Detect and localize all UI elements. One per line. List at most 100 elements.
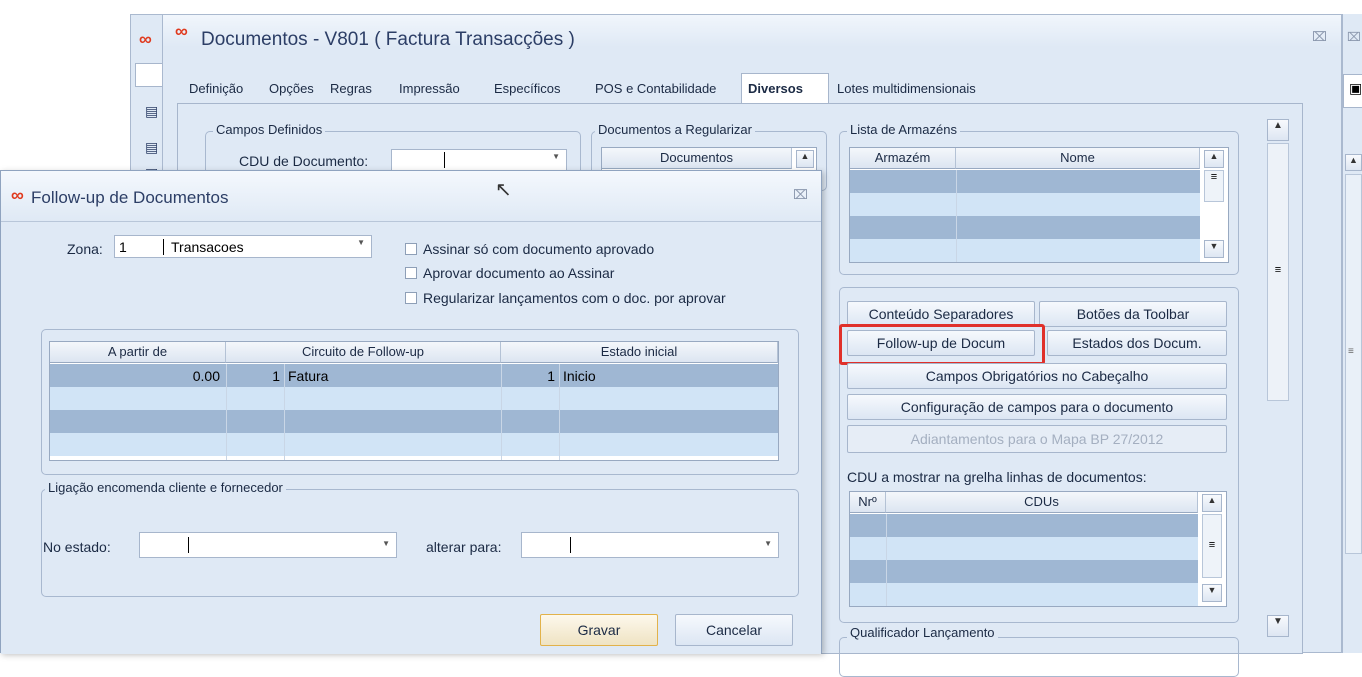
assinar-checkbox[interactable]: [405, 243, 417, 255]
adiantamentos-button[interactable]: Adiantamentos para o Mapa BP 27/2012: [847, 425, 1227, 453]
alterar-para-combo[interactable]: ▼: [521, 532, 779, 558]
regularizar-checkbox[interactable]: [405, 292, 417, 304]
estado-name-cell[interactable]: Inicio: [563, 368, 596, 384]
assinar-label[interactable]: Assinar só com documento aprovado: [423, 241, 654, 257]
chevron-down-icon[interactable]: ▼: [382, 539, 390, 548]
campos-obrigatorios-button[interactable]: Campos Obrigatórios no Cabeçalho: [847, 363, 1227, 389]
table-row[interactable]: [850, 216, 1200, 239]
zona-label: Zona:: [67, 241, 103, 257]
table-row[interactable]: [50, 387, 778, 410]
aprovar-checkbox[interactable]: [405, 267, 417, 279]
no-estado-label: No estado:: [43, 539, 111, 555]
nome-column-header[interactable]: Nome: [956, 148, 1200, 169]
grid-icon[interactable]: ▤: [145, 103, 158, 120]
scroll-up-button[interactable]: ▲: [796, 150, 814, 168]
scroll-down-button[interactable]: ▼: [1267, 615, 1289, 637]
regularizar-label[interactable]: Regularizar lançamentos com o doc. por a…: [423, 290, 726, 306]
armazem-column-header[interactable]: Armazém: [850, 148, 956, 169]
documentos-regularizar-title: Documentos a Regularizar: [595, 122, 755, 137]
cancelar-button[interactable]: Cancelar: [675, 614, 793, 646]
a-partir-column-header[interactable]: A partir de: [50, 342, 226, 363]
estado-num-cell[interactable]: 1: [505, 368, 555, 384]
table-row[interactable]: [50, 410, 778, 433]
scroll-thumb[interactable]: ≡: [1204, 170, 1224, 202]
scroll-up-button[interactable]: ▲: [1204, 150, 1224, 168]
table-row[interactable]: [50, 433, 778, 456]
estado-inicial-column-header[interactable]: Estado inicial: [501, 342, 778, 363]
tab-diversos-active[interactable]: Diversos: [741, 73, 829, 103]
tab-lotes[interactable]: Lotes multidimensionais: [837, 81, 976, 96]
column-divider: [559, 364, 560, 460]
close-icon[interactable]: ⌧: [1347, 30, 1361, 44]
column-divider: [956, 170, 957, 262]
text-cursor: [444, 152, 445, 168]
scroll-down-button[interactable]: ▼: [1202, 584, 1222, 602]
table-row[interactable]: [850, 560, 1198, 583]
text-cursor: [188, 537, 189, 553]
circuito-column-header[interactable]: Circuito de Follow-up: [226, 342, 501, 363]
aprovar-label[interactable]: Aprovar documento ao Assinar: [423, 265, 614, 281]
a-partir-cell[interactable]: 0.00: [110, 368, 220, 384]
highlight-box: [839, 324, 1045, 365]
tab-pos-contabilidade[interactable]: POS e Contabilidade: [595, 81, 716, 96]
tab-definicao[interactable]: Definição: [189, 81, 243, 96]
text-cursor: [570, 537, 571, 553]
zona-combo[interactable]: 1 Transacoes ▼: [114, 235, 372, 258]
scroll-thumb[interactable]: [1345, 174, 1362, 554]
scroll-down-button[interactable]: ▼: [1204, 240, 1224, 258]
column-divider: [886, 514, 887, 606]
tab-impressao[interactable]: Impressão: [399, 81, 460, 96]
circuito-num-cell[interactable]: 1: [230, 368, 280, 384]
tab-especificos[interactable]: Específicos: [494, 81, 560, 96]
lista-armazens-title: Lista de Armazéns: [847, 122, 960, 137]
cdu-documento-label: CDU de Documento:: [239, 153, 369, 169]
follow-up-grid[interactable]: A partir de Circuito de Follow-up Estado…: [49, 341, 779, 461]
scroll-up-button[interactable]: ▲: [1202, 494, 1222, 512]
dialog-title: Follow-up de Documentos: [31, 188, 229, 207]
nr-column-header[interactable]: Nrº: [850, 492, 886, 513]
toolbar-icon[interactable]: ▣: [1349, 80, 1362, 97]
configuracao-campos-button[interactable]: Configuração de campos para o documento: [847, 394, 1227, 420]
tab-regras[interactable]: Regras: [330, 81, 372, 96]
grid-icon[interactable]: ▤: [145, 139, 158, 156]
cdus-column-header[interactable]: CDUs: [886, 492, 1198, 513]
background-window-right-edge: ⌧ ▣ ▲ ≡: [1342, 14, 1362, 653]
no-estado-combo[interactable]: ▼: [139, 532, 397, 558]
chevron-down-icon[interactable]: ▼: [357, 238, 365, 247]
column-divider: [284, 364, 285, 460]
table-row[interactable]: [850, 514, 1198, 537]
table-row[interactable]: [850, 537, 1198, 560]
background-window-logo-icon: ∞: [139, 29, 152, 49]
table-row[interactable]: [850, 239, 1200, 262]
text-cursor: [163, 239, 164, 255]
window-title: Documentos - V801 ( Factura Transacções …: [201, 29, 575, 50]
close-icon[interactable]: ⌧: [793, 187, 808, 203]
tab-diversos-label: Diversos: [748, 81, 803, 96]
panel-scroll-track[interactable]: ≡: [1267, 143, 1289, 401]
table-row[interactable]: [850, 170, 1200, 193]
scroll-thumb[interactable]: ≡: [1202, 514, 1222, 578]
chevron-down-icon[interactable]: ▼: [552, 152, 560, 161]
table-row[interactable]: [850, 193, 1200, 216]
column-divider: [501, 364, 502, 460]
circuito-name-cell[interactable]: Fatura: [288, 368, 328, 384]
documentos-column-header[interactable]: Documentos: [602, 148, 792, 169]
follow-up-dialog: ∞ Follow-up de Documentos ⌧ ↖ Zona: 1 Tr…: [0, 170, 822, 654]
close-icon[interactable]: ⌧: [1312, 29, 1327, 45]
chevron-down-icon[interactable]: ▼: [764, 539, 772, 548]
botoes-toolbar-button[interactable]: Botões da Toolbar: [1039, 301, 1227, 327]
ligacao-title: Ligação encomenda cliente e fornecedor: [45, 480, 286, 495]
scroll-up-button[interactable]: ▲: [1267, 119, 1289, 141]
tab-opcoes[interactable]: Opções: [269, 81, 314, 96]
estados-documentos-button[interactable]: Estados dos Docum.: [1047, 330, 1227, 356]
cdu-grid[interactable]: Nrº CDUs ▲ ≡ ▼: [849, 491, 1227, 607]
table-row[interactable]: [850, 583, 1198, 606]
alterar-para-label: alterar para:: [426, 539, 502, 555]
cdu-documento-combo[interactable]: ▼: [391, 149, 567, 171]
column-divider: [226, 364, 227, 460]
armazens-grid[interactable]: Armazém Nome ▲ ≡ ▼: [849, 147, 1229, 263]
gravar-button[interactable]: Gravar: [540, 614, 658, 646]
zona-code: 1: [119, 239, 127, 255]
zona-value: Transacoes: [171, 239, 244, 255]
scroll-up-button[interactable]: ▲: [1345, 154, 1362, 171]
